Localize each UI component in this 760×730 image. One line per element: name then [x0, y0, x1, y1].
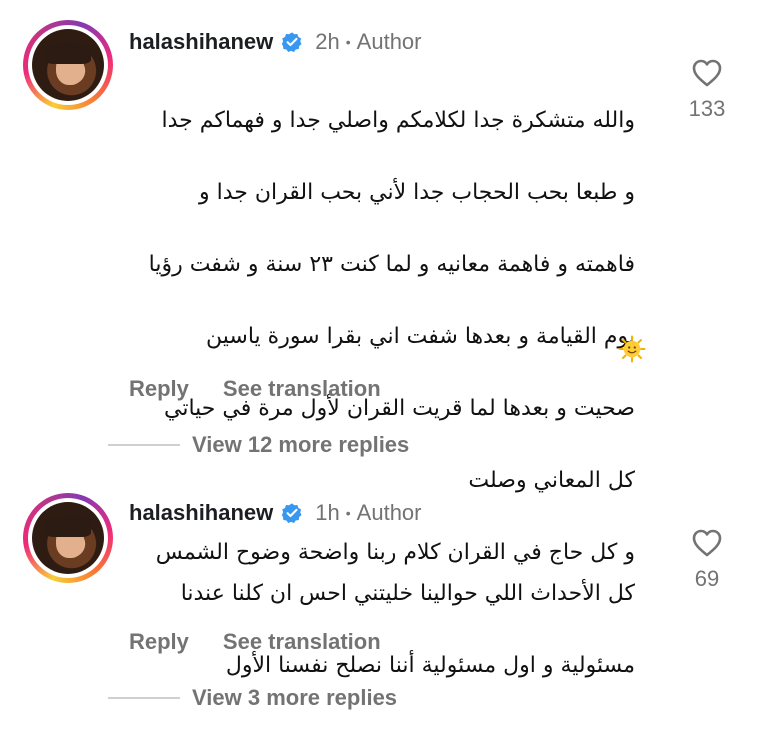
see-translation-button[interactable]: See translation — [223, 376, 381, 402]
username[interactable]: halashihanew — [129, 500, 273, 526]
view-more-replies-label[interactable]: View 12 more replies — [192, 432, 409, 458]
replies-divider — [108, 697, 180, 699]
author-label: Author — [356, 500, 422, 525]
comment-line: كل الأحداث اللي حوالينا خليتني احس ان كل… — [180, 581, 635, 606]
separator-dot: • — [345, 505, 351, 521]
view-more-replies[interactable]: View 12 more replies — [108, 432, 409, 458]
see-translation-button[interactable]: See translation — [223, 629, 381, 655]
comment-line: و طبعا بحب الحجاب جدا لأني بحب القران جد… — [198, 180, 635, 205]
sun-emoji — [618, 335, 646, 363]
like-count: 133 — [688, 96, 726, 121]
verified-badge-icon — [282, 503, 302, 523]
reply-button[interactable]: Reply — [129, 376, 189, 402]
comment-line: كل المعاني وصلت — [468, 468, 635, 493]
comment-actions: Reply See translation — [129, 376, 415, 402]
comment-actions: Reply See translation — [129, 629, 415, 655]
comment-line: يوم القيامة و بعدها شفت اني بقرا سورة يا… — [206, 324, 635, 349]
comment-header: halashihanew 2h • Author — [129, 27, 422, 57]
like-count: 69 — [694, 566, 720, 591]
comment-line: فاهمته و فاهمة معانيه و لما كنت ٢٣ سنة و… — [148, 252, 635, 277]
heart-icon[interactable] — [691, 528, 723, 558]
profile-photo — [32, 502, 104, 574]
comment-time: 1h — [315, 500, 340, 525]
like-button[interactable]: 133 — [671, 58, 743, 122]
comment-line: والله متشكرة جدا لكلامكم واصلي جدا و فهم… — [161, 108, 635, 133]
view-more-replies[interactable]: View 3 more replies — [108, 685, 397, 711]
verified-badge-icon — [282, 32, 302, 52]
profile-photo — [32, 29, 104, 101]
comment-header: halashihanew 1h • Author — [129, 498, 422, 528]
separator-dot: • — [345, 34, 351, 50]
replies-divider — [108, 444, 180, 446]
reply-button[interactable]: Reply — [129, 629, 189, 655]
comment-time: 2h — [315, 29, 340, 54]
like-button[interactable]: 69 — [671, 528, 743, 592]
view-more-replies-label[interactable]: View 3 more replies — [192, 685, 397, 711]
author-label: Author — [356, 29, 422, 54]
heart-icon[interactable] — [691, 58, 723, 88]
username[interactable]: halashihanew — [129, 29, 273, 55]
